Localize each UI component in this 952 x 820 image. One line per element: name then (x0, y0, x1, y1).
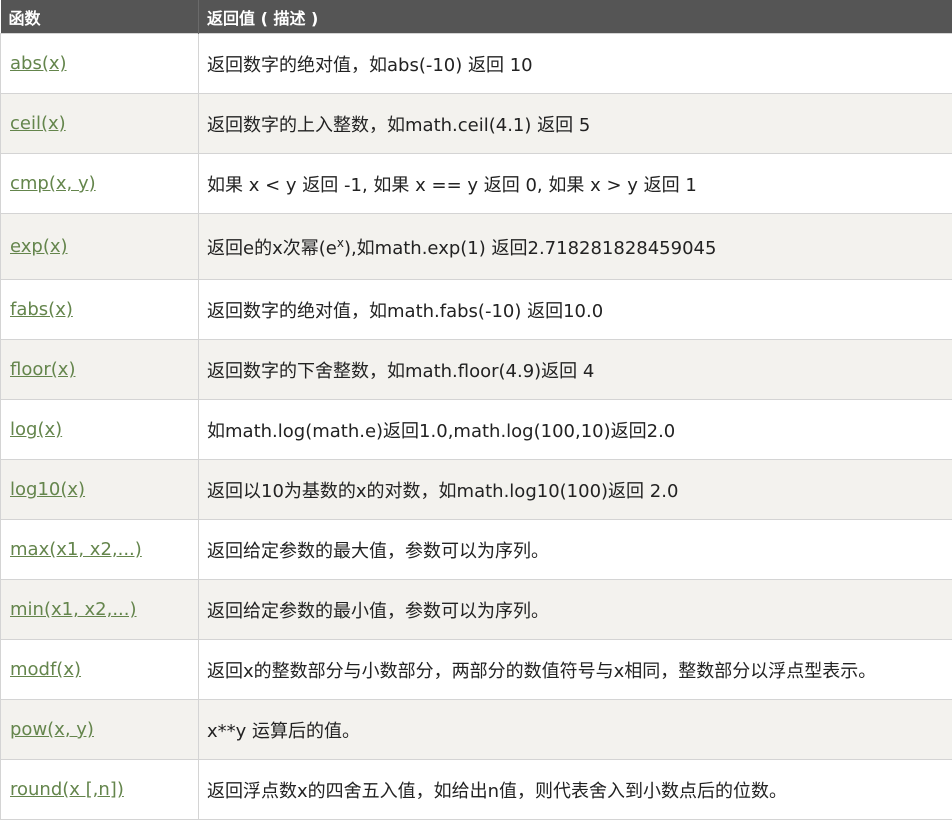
math-functions-table: 函数 返回值 ( 描述 ) abs(x) 返回数字的绝对值，如abs(-10) … (0, 0, 952, 820)
function-cell: floor(x) (1, 340, 199, 400)
description-text: 返回e的x次幂(e (207, 238, 337, 259)
function-link-log[interactable]: log(x) (10, 419, 62, 440)
function-link-ceil[interactable]: ceil(x) (10, 113, 66, 134)
description-cell: 返回以10为基数的x的对数，如math.log10(100)返回 2.0 (199, 460, 952, 520)
table-row: exp(x) 返回e的x次幂(ex),如math.exp(1) 返回2.7182… (1, 214, 952, 280)
description-cell: 如math.log(math.e)返回1.0,math.log(100,10)返… (199, 400, 952, 460)
table-row: abs(x) 返回数字的绝对值，如abs(-10) 返回 10 (1, 34, 952, 94)
table-row: ceil(x) 返回数字的上入整数，如math.ceil(4.1) 返回 5 (1, 94, 952, 154)
table-row: fabs(x) 返回数字的绝对值，如math.fabs(-10) 返回10.0 (1, 280, 952, 340)
description-cell: 返回给定参数的最小值，参数可以为序列。 (199, 580, 952, 640)
table-row: log(x) 如math.log(math.e)返回1.0,math.log(1… (1, 400, 952, 460)
function-link-floor[interactable]: floor(x) (10, 359, 75, 380)
function-link-modf[interactable]: modf(x) (10, 659, 81, 680)
header-function: 函数 (1, 0, 199, 34)
function-cell: log10(x) (1, 460, 199, 520)
table-row: log10(x) 返回以10为基数的x的对数，如math.log10(100)返… (1, 460, 952, 520)
table-row: cmp(x, y) 如果 x < y 返回 -1, 如果 x == y 返回 0… (1, 154, 952, 214)
header-description: 返回值 ( 描述 ) (199, 0, 952, 34)
function-cell: pow(x, y) (1, 700, 199, 760)
table-header-row: 函数 返回值 ( 描述 ) (1, 0, 952, 34)
description-cell: 返回数字的下舍整数，如math.floor(4.9)返回 4 (199, 340, 952, 400)
function-link-min[interactable]: min(x1, x2,...) (10, 599, 137, 620)
function-cell: ceil(x) (1, 94, 199, 154)
function-cell: round(x [,n]) (1, 760, 199, 820)
function-link-round[interactable]: round(x [,n]) (10, 779, 124, 800)
table-row: floor(x) 返回数字的下舍整数，如math.floor(4.9)返回 4 (1, 340, 952, 400)
function-cell: abs(x) (1, 34, 199, 94)
superscript-x: x (337, 236, 344, 250)
table-row: min(x1, x2,...) 返回给定参数的最小值，参数可以为序列。 (1, 580, 952, 640)
function-cell: modf(x) (1, 640, 199, 700)
function-link-exp[interactable]: exp(x) (10, 236, 68, 257)
function-cell: fabs(x) (1, 280, 199, 340)
description-cell: 返回x的整数部分与小数部分，两部分的数值符号与x相同，整数部分以浮点型表示。 (199, 640, 952, 700)
description-cell: 返回e的x次幂(ex),如math.exp(1) 返回2.71828182845… (199, 214, 952, 280)
description-cell: x**y 运算后的值。 (199, 700, 952, 760)
function-link-max[interactable]: max(x1, x2,...) (10, 539, 142, 560)
table-row: round(x [,n]) 返回浮点数x的四舍五入值，如给出n值，则代表舍入到小… (1, 760, 952, 820)
function-cell: exp(x) (1, 214, 199, 280)
function-link-cmp[interactable]: cmp(x, y) (10, 173, 96, 194)
function-cell: cmp(x, y) (1, 154, 199, 214)
function-link-pow[interactable]: pow(x, y) (10, 719, 94, 740)
function-cell: log(x) (1, 400, 199, 460)
description-cell: 返回给定参数的最大值，参数可以为序列。 (199, 520, 952, 580)
function-cell: max(x1, x2,...) (1, 520, 199, 580)
description-cell: 返回数字的上入整数，如math.ceil(4.1) 返回 5 (199, 94, 952, 154)
description-cell: 返回数字的绝对值，如abs(-10) 返回 10 (199, 34, 952, 94)
description-text: ),如math.exp(1) 返回2.718281828459045 (344, 238, 717, 259)
description-cell: 如果 x < y 返回 -1, 如果 x == y 返回 0, 如果 x > y… (199, 154, 952, 214)
table-row: modf(x) 返回x的整数部分与小数部分，两部分的数值符号与x相同，整数部分以… (1, 640, 952, 700)
function-link-log10[interactable]: log10(x) (10, 479, 85, 500)
table-row: max(x1, x2,...) 返回给定参数的最大值，参数可以为序列。 (1, 520, 952, 580)
function-cell: min(x1, x2,...) (1, 580, 199, 640)
function-link-fabs[interactable]: fabs(x) (10, 299, 73, 320)
description-cell: 返回浮点数x的四舍五入值，如给出n值，则代表舍入到小数点后的位数。 (199, 760, 952, 820)
table-row: pow(x, y) x**y 运算后的值。 (1, 700, 952, 760)
description-cell: 返回数字的绝对值，如math.fabs(-10) 返回10.0 (199, 280, 952, 340)
function-link-abs[interactable]: abs(x) (10, 53, 67, 74)
